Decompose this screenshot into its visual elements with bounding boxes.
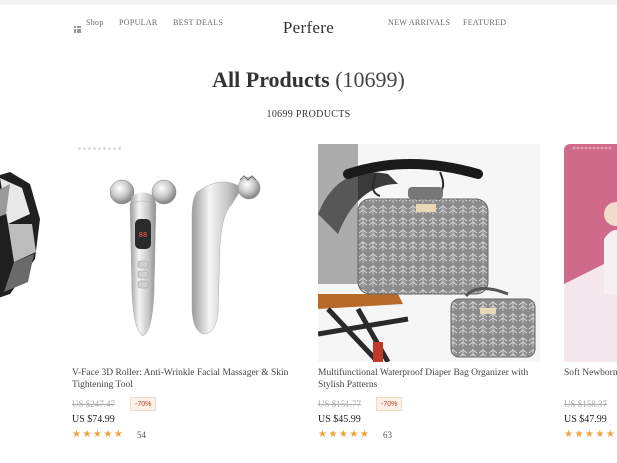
- review-count: 54: [137, 430, 146, 440]
- product-card-partial-right[interactable]: Soft Newborn Baby Bath Support Net with …: [564, 144, 617, 449]
- product-title[interactable]: Soft Newborn Baby Bath Support Net with …: [564, 367, 617, 379]
- product-card-partial-left[interactable]: [0, 144, 50, 362]
- diaper-bag-image: [318, 144, 540, 362]
- product-title[interactable]: V-Face 3D Roller: Anti-Wrinkle Facial Ma…: [72, 367, 294, 391]
- sale-price: US $74.99: [72, 414, 115, 425]
- product-count-label: 10699 PRODUCTS: [266, 109, 351, 120]
- nav-new-arrivals[interactable]: NEW ARRIVALS: [388, 18, 450, 27]
- product-card[interactable]: 88 V-Face 3D Roller: Anti-Wrinkle Facial…: [72, 144, 294, 449]
- discount-badge: -70%: [130, 397, 157, 411]
- sale-price: US $45.99: [318, 414, 361, 425]
- page-title-count: (10699): [335, 67, 405, 92]
- svg-text:88: 88: [139, 231, 147, 239]
- product-image[interactable]: 88: [72, 144, 294, 362]
- nav-featured[interactable]: FEATURED: [463, 18, 506, 27]
- page-title-text: All Products: [212, 67, 330, 92]
- rating-stars-icon: ★★★★★: [72, 429, 125, 440]
- original-price: US $247.47: [72, 399, 116, 409]
- rating-stars-icon: ★★★★★: [318, 429, 371, 440]
- facial-roller-image: 88: [109, 175, 261, 337]
- original-price: US $158.37: [564, 399, 608, 409]
- product-image[interactable]: [564, 144, 617, 362]
- baby-bath-image: [564, 144, 617, 362]
- helmet-image: [0, 172, 40, 298]
- top-bar: [0, 0, 617, 5]
- rating-stars-icon: ★★★★★: [564, 429, 617, 440]
- image-carousel-dots: [78, 147, 121, 150]
- product-image[interactable]: [318, 144, 540, 362]
- original-price: US $151.77: [318, 399, 362, 409]
- discount-badge: -70%: [376, 397, 403, 411]
- product-title[interactable]: Multifunctional Waterproof Diaper Bag Or…: [318, 367, 540, 391]
- sale-price: US $47.99: [564, 414, 607, 425]
- product-card[interactable]: Multifunctional Waterproof Diaper Bag Or…: [318, 144, 540, 449]
- main-navigation: Shop POPULAR BEST DEALS Perfere NEW ARRI…: [0, 8, 617, 38]
- page-title: All Products (10699): [0, 67, 617, 93]
- site-logo[interactable]: Perfere: [0, 18, 617, 38]
- review-count: 63: [383, 430, 392, 440]
